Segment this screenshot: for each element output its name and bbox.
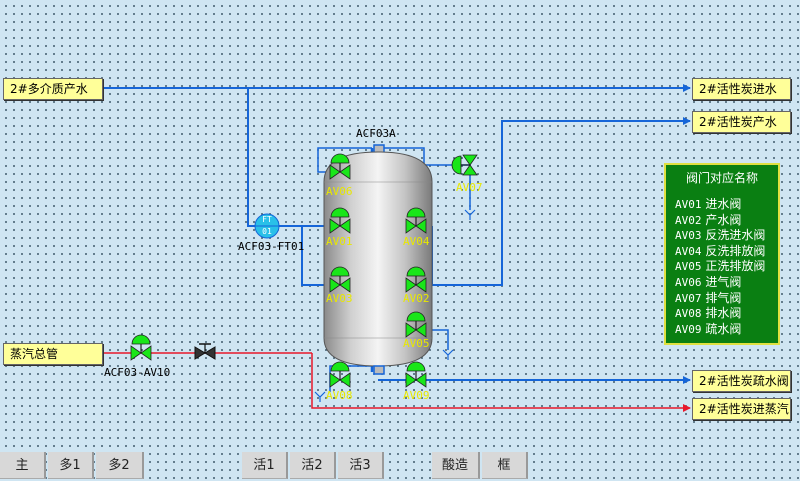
output-steam-in[interactable]: 2#活性炭进蒸汽: [692, 398, 791, 420]
legend-item: AV08 排水阀: [675, 306, 742, 321]
tab-acid[interactable]: 酸造: [432, 452, 480, 479]
valve-av07[interactable]: [451, 154, 478, 176]
drain-symbol: [442, 349, 454, 360]
valve-label-av07: AV07: [456, 181, 483, 194]
ft01-label: ACF03-FT01: [238, 240, 305, 253]
valve-av09[interactable]: [405, 361, 427, 388]
legend-item: AV09 疏水阀: [675, 321, 742, 336]
drain-symbol: [314, 391, 326, 402]
legend-item: AV03 反洗进水阀: [675, 228, 766, 243]
legend-item: AV07 排气阀: [675, 290, 742, 305]
valve-label-av02: AV02: [403, 292, 430, 305]
tab-carbon-3[interactable]: 活3: [338, 452, 384, 479]
legend-item: AV04 反洗排放阀: [675, 243, 766, 258]
svg-text:01: 01: [262, 227, 272, 236]
valve-acf03-av10[interactable]: [130, 334, 152, 361]
output-drain[interactable]: 2#活性炭疏水阀: [692, 370, 791, 392]
tab-multi-2[interactable]: 多2: [96, 452, 144, 479]
output-inlet[interactable]: 2#活性炭进水: [692, 78, 791, 100]
valve-av08[interactable]: [329, 361, 351, 388]
valve-legend: 阀门对应名称 AV01 进水阀 AV02 产水阀 AV03 反洗进水阀 AV04…: [664, 163, 780, 345]
tank-label: ACF03A: [356, 127, 396, 140]
valve-label-av06: AV06: [326, 185, 353, 198]
legend-item: AV02 产水阀: [675, 212, 742, 227]
valve-label-av04: AV04: [403, 235, 430, 248]
valve-label-av09: AV09: [403, 389, 430, 402]
output-product[interactable]: 2#活性炭产水: [692, 111, 791, 133]
tab-carbon-1[interactable]: 活1: [242, 452, 288, 479]
legend-item: AV05 正洗排放阀: [675, 259, 766, 274]
tab-frame[interactable]: 框: [482, 452, 528, 479]
valve-label-av01: AV01: [326, 235, 353, 248]
valve-label-av08: AV08: [326, 389, 353, 402]
tab-carbon-2[interactable]: 活2: [290, 452, 336, 479]
legend-title: 阀门对应名称: [685, 171, 758, 185]
flow-transmitter-ft01[interactable]: FT 01: [254, 213, 280, 239]
input-steam-main[interactable]: 蒸汽总管: [3, 343, 103, 365]
legend-list: AV01 进水阀 AV02 产水阀 AV03 反洗进水阀 AV04 反洗排放阀 …: [675, 197, 778, 337]
legend-item: AV01 进水阀: [675, 197, 742, 211]
valve-label-av05: AV05: [403, 337, 430, 350]
nav-tab-bar: 主 多1 多2 活1 活2 活3 酸造 框: [0, 450, 800, 481]
tab-multi-1[interactable]: 多1: [48, 452, 94, 479]
input-multimedia-water[interactable]: 2#多介质产水: [3, 78, 103, 100]
tab-main[interactable]: 主: [0, 452, 46, 479]
tank-bottom-flange: [373, 365, 385, 375]
check-valve[interactable]: [194, 343, 216, 360]
scada-screen: FT 01 2#多介质产水 蒸汽总管 2#活性炭进水 2#活性炭产水 2#活性炭…: [0, 0, 800, 481]
av10-label: ACF03-AV10: [104, 366, 171, 379]
legend-item: AV06 进气阀: [675, 274, 742, 289]
svg-text:FT: FT: [262, 215, 272, 224]
valve-label-av03: AV03: [326, 292, 353, 305]
drain-symbol: [464, 209, 476, 220]
